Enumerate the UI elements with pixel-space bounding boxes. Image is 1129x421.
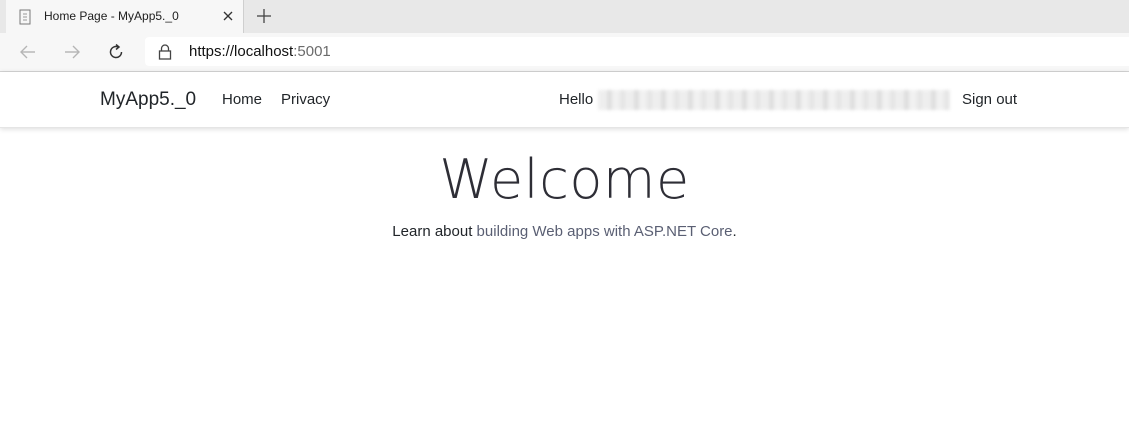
refresh-icon[interactable] <box>106 42 126 62</box>
browser-toolbar: https://localhost:5001 <box>0 33 1129 72</box>
site-navbar: MyApp5._0 Home Privacy Hello Sign out <box>0 72 1129 128</box>
brand-link[interactable]: MyApp5._0 <box>100 89 196 111</box>
page-title: Welcome <box>439 148 690 211</box>
url-port: :5001 <box>293 43 331 60</box>
browser-tab-strip: Home Page - MyApp5._0 <box>0 0 1129 33</box>
lock-icon[interactable] <box>158 44 172 60</box>
back-arrow-icon[interactable] <box>18 42 38 62</box>
aspnet-docs-link[interactable]: building Web apps with ASP.NET Core <box>477 223 733 240</box>
tab-title: Home Page - MyApp5._0 <box>44 9 179 23</box>
sign-out-link[interactable]: Sign out <box>962 91 1017 108</box>
learn-paragraph: Learn about building Web apps with ASP.N… <box>0 223 1129 240</box>
nav-privacy-link[interactable]: Privacy <box>281 91 330 108</box>
learn-prefix: Learn about <box>392 223 477 240</box>
nav-home-link[interactable]: Home <box>222 91 262 108</box>
redacted-username <box>598 90 950 110</box>
hello-text: Hello <box>559 91 594 108</box>
browser-tab[interactable]: Home Page - MyApp5._0 <box>6 0 244 33</box>
main-content: Welcome Learn about building Web apps wi… <box>0 140 1129 240</box>
close-icon[interactable] <box>219 7 237 25</box>
url-text[interactable]: https://localhost:5001 <box>189 43 331 60</box>
page-icon <box>19 9 31 25</box>
learn-suffix: . <box>732 223 737 240</box>
forward-arrow-icon[interactable] <box>62 42 82 62</box>
plus-icon[interactable] <box>254 6 274 26</box>
address-bar[interactable]: https://localhost:5001 <box>145 37 1129 66</box>
url-host: https://localhost <box>189 43 294 60</box>
